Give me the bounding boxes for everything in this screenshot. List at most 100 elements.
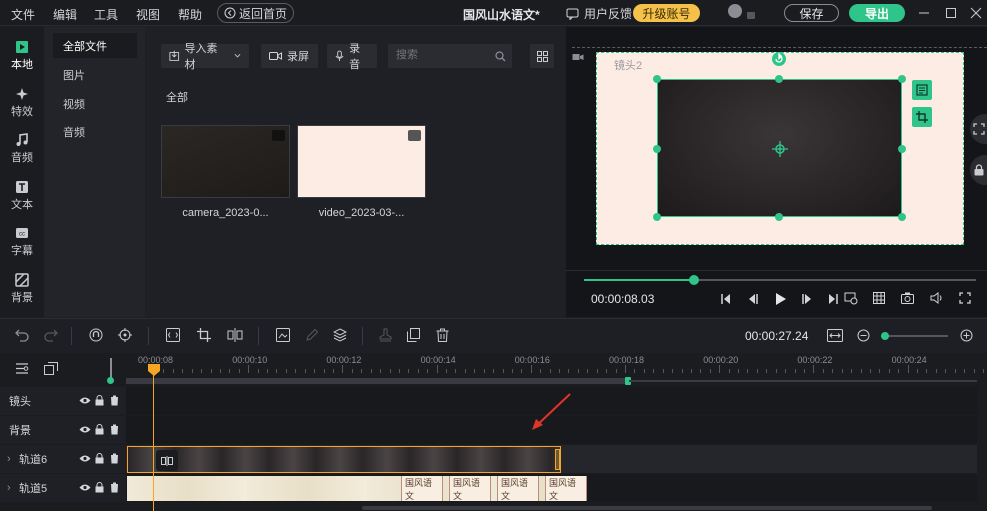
pen-icon[interactable] [305,328,319,342]
time-ruler[interactable]: 00:00:08 00:00:10 00:00:12 00:00:14 00:00:16… [126,353,987,375]
lock-icon[interactable] [95,482,104,493]
menu-view[interactable]: 视图 [136,6,160,23]
fullscreen-side-button[interactable] [970,114,987,144]
save-button[interactable]: 保存 [784,4,839,22]
lock-icon[interactable] [95,453,104,464]
crop-icon[interactable] [197,328,211,342]
center-anchor-icon[interactable] [771,140,789,158]
resize-handle[interactable] [775,75,783,83]
magnet-icon[interactable] [89,328,103,342]
track-height-slider[interactable] [110,358,112,378]
grid-view-button[interactable] [530,44,554,68]
media-thumbnail[interactable] [297,125,426,198]
delete-icon[interactable] [436,328,449,342]
preview-scrubber-knob[interactable] [688,275,699,285]
home-button[interactable]: 返回首页 [217,3,294,23]
rail-background[interactable]: 背景 [0,273,44,305]
import-media-button[interactable]: 导入素材 [161,43,249,71]
layers-icon[interactable] [333,328,347,342]
search-box[interactable] [388,44,512,68]
video-clip[interactable] [127,446,561,473]
search-icon[interactable] [495,51,506,62]
snapshot-crop-icon[interactable] [844,292,858,305]
avatar[interactable] [728,4,742,18]
zoom-out-icon[interactable] [857,329,870,342]
rotate-handle-icon[interactable] [771,51,787,67]
expand-chevron-icon[interactable]: › [7,482,19,494]
track-height-knob[interactable] [107,377,114,384]
target-icon[interactable] [118,328,132,342]
media-thumbnail[interactable] [161,125,290,198]
category-all-files[interactable]: 全部文件 [53,33,137,58]
feedback-button[interactable]: 用户反馈 [566,5,632,22]
chevron-down-icon[interactable] [234,53,241,59]
step-back-icon[interactable] [747,293,759,305]
eye-icon[interactable] [79,396,91,405]
lock-icon[interactable] [95,395,104,406]
play-icon[interactable] [774,292,787,306]
volume-icon[interactable] [930,292,943,304]
rail-effects[interactable]: 特效 [0,87,44,119]
media-item[interactable]: video_2023-03-... [297,125,426,219]
split-icon[interactable] [166,328,180,342]
minimize-icon[interactable] [918,7,930,19]
zoom-in-icon[interactable] [960,329,973,342]
next-frame-icon[interactable] [827,293,839,305]
search-input[interactable] [396,49,486,61]
trash-icon[interactable] [110,453,119,464]
menu-edit[interactable]: 编辑 [53,6,77,23]
category-audio[interactable]: 音频 [53,119,137,144]
maximize-icon[interactable] [945,7,957,19]
menu-tools[interactable]: 工具 [94,6,118,23]
timeline-scrollbar[interactable] [362,506,932,510]
lock-icon[interactable] [95,424,104,435]
resize-handle[interactable] [653,213,661,221]
screenshot-icon[interactable] [901,292,914,304]
zoom-slider-knob[interactable] [881,332,889,340]
resize-handle[interactable] [653,75,661,83]
rail-text[interactable]: 文本 [0,180,44,212]
step-forward-icon[interactable] [801,293,813,305]
clip-split-button[interactable] [156,450,178,471]
eye-icon[interactable] [79,425,91,434]
menu-help[interactable]: 帮助 [178,6,202,23]
resize-handle[interactable] [653,145,661,153]
notification-icon[interactable] [747,12,755,19]
trash-icon[interactable] [110,395,119,406]
track-settings-icon[interactable] [15,362,29,375]
work-area-bar[interactable] [126,378,629,384]
crop-button[interactable] [912,107,932,127]
category-videos[interactable]: 视频 [53,91,137,116]
resize-handle[interactable] [775,213,783,221]
preview-scrubber[interactable] [584,275,976,285]
export-button[interactable]: 导出 [849,4,905,22]
prev-frame-icon[interactable] [720,293,732,305]
mirror-icon[interactable] [227,328,243,342]
menu-file[interactable]: 文件 [11,6,35,23]
layout-button[interactable] [912,80,932,100]
resize-handle[interactable] [898,213,906,221]
clip-trim-handle[interactable] [555,449,560,470]
playhead-handle-icon[interactable] [147,363,161,377]
trash-icon[interactable] [110,482,119,493]
resize-handle[interactable] [898,145,906,153]
add-track-icon[interactable] [44,362,58,375]
eye-icon[interactable] [79,483,91,492]
image-clip[interactable]: 国风语文 国风语文 国风语文 国风语文 [127,476,587,501]
copy-icon[interactable] [407,328,420,342]
fullscreen-icon[interactable] [959,292,971,304]
fit-timeline-icon[interactable] [827,329,843,342]
undo-icon[interactable] [15,329,29,342]
close-icon[interactable] [970,7,982,19]
zoom-slider[interactable] [881,332,948,340]
category-images[interactable]: 图片 [53,62,137,87]
media-item[interactable]: camera_2023-0... [161,125,290,219]
stamp-icon[interactable] [379,328,392,342]
rail-audio[interactable]: 音频 [0,133,44,165]
upgrade-button[interactable]: 升级账号 [633,4,700,22]
eye-icon[interactable] [79,454,91,463]
lock-side-button[interactable] [970,155,987,185]
rail-local[interactable]: 本地 [0,40,44,72]
rail-subtitle[interactable]: cc 字幕 [0,226,44,258]
expand-chevron-icon[interactable]: › [7,453,19,465]
